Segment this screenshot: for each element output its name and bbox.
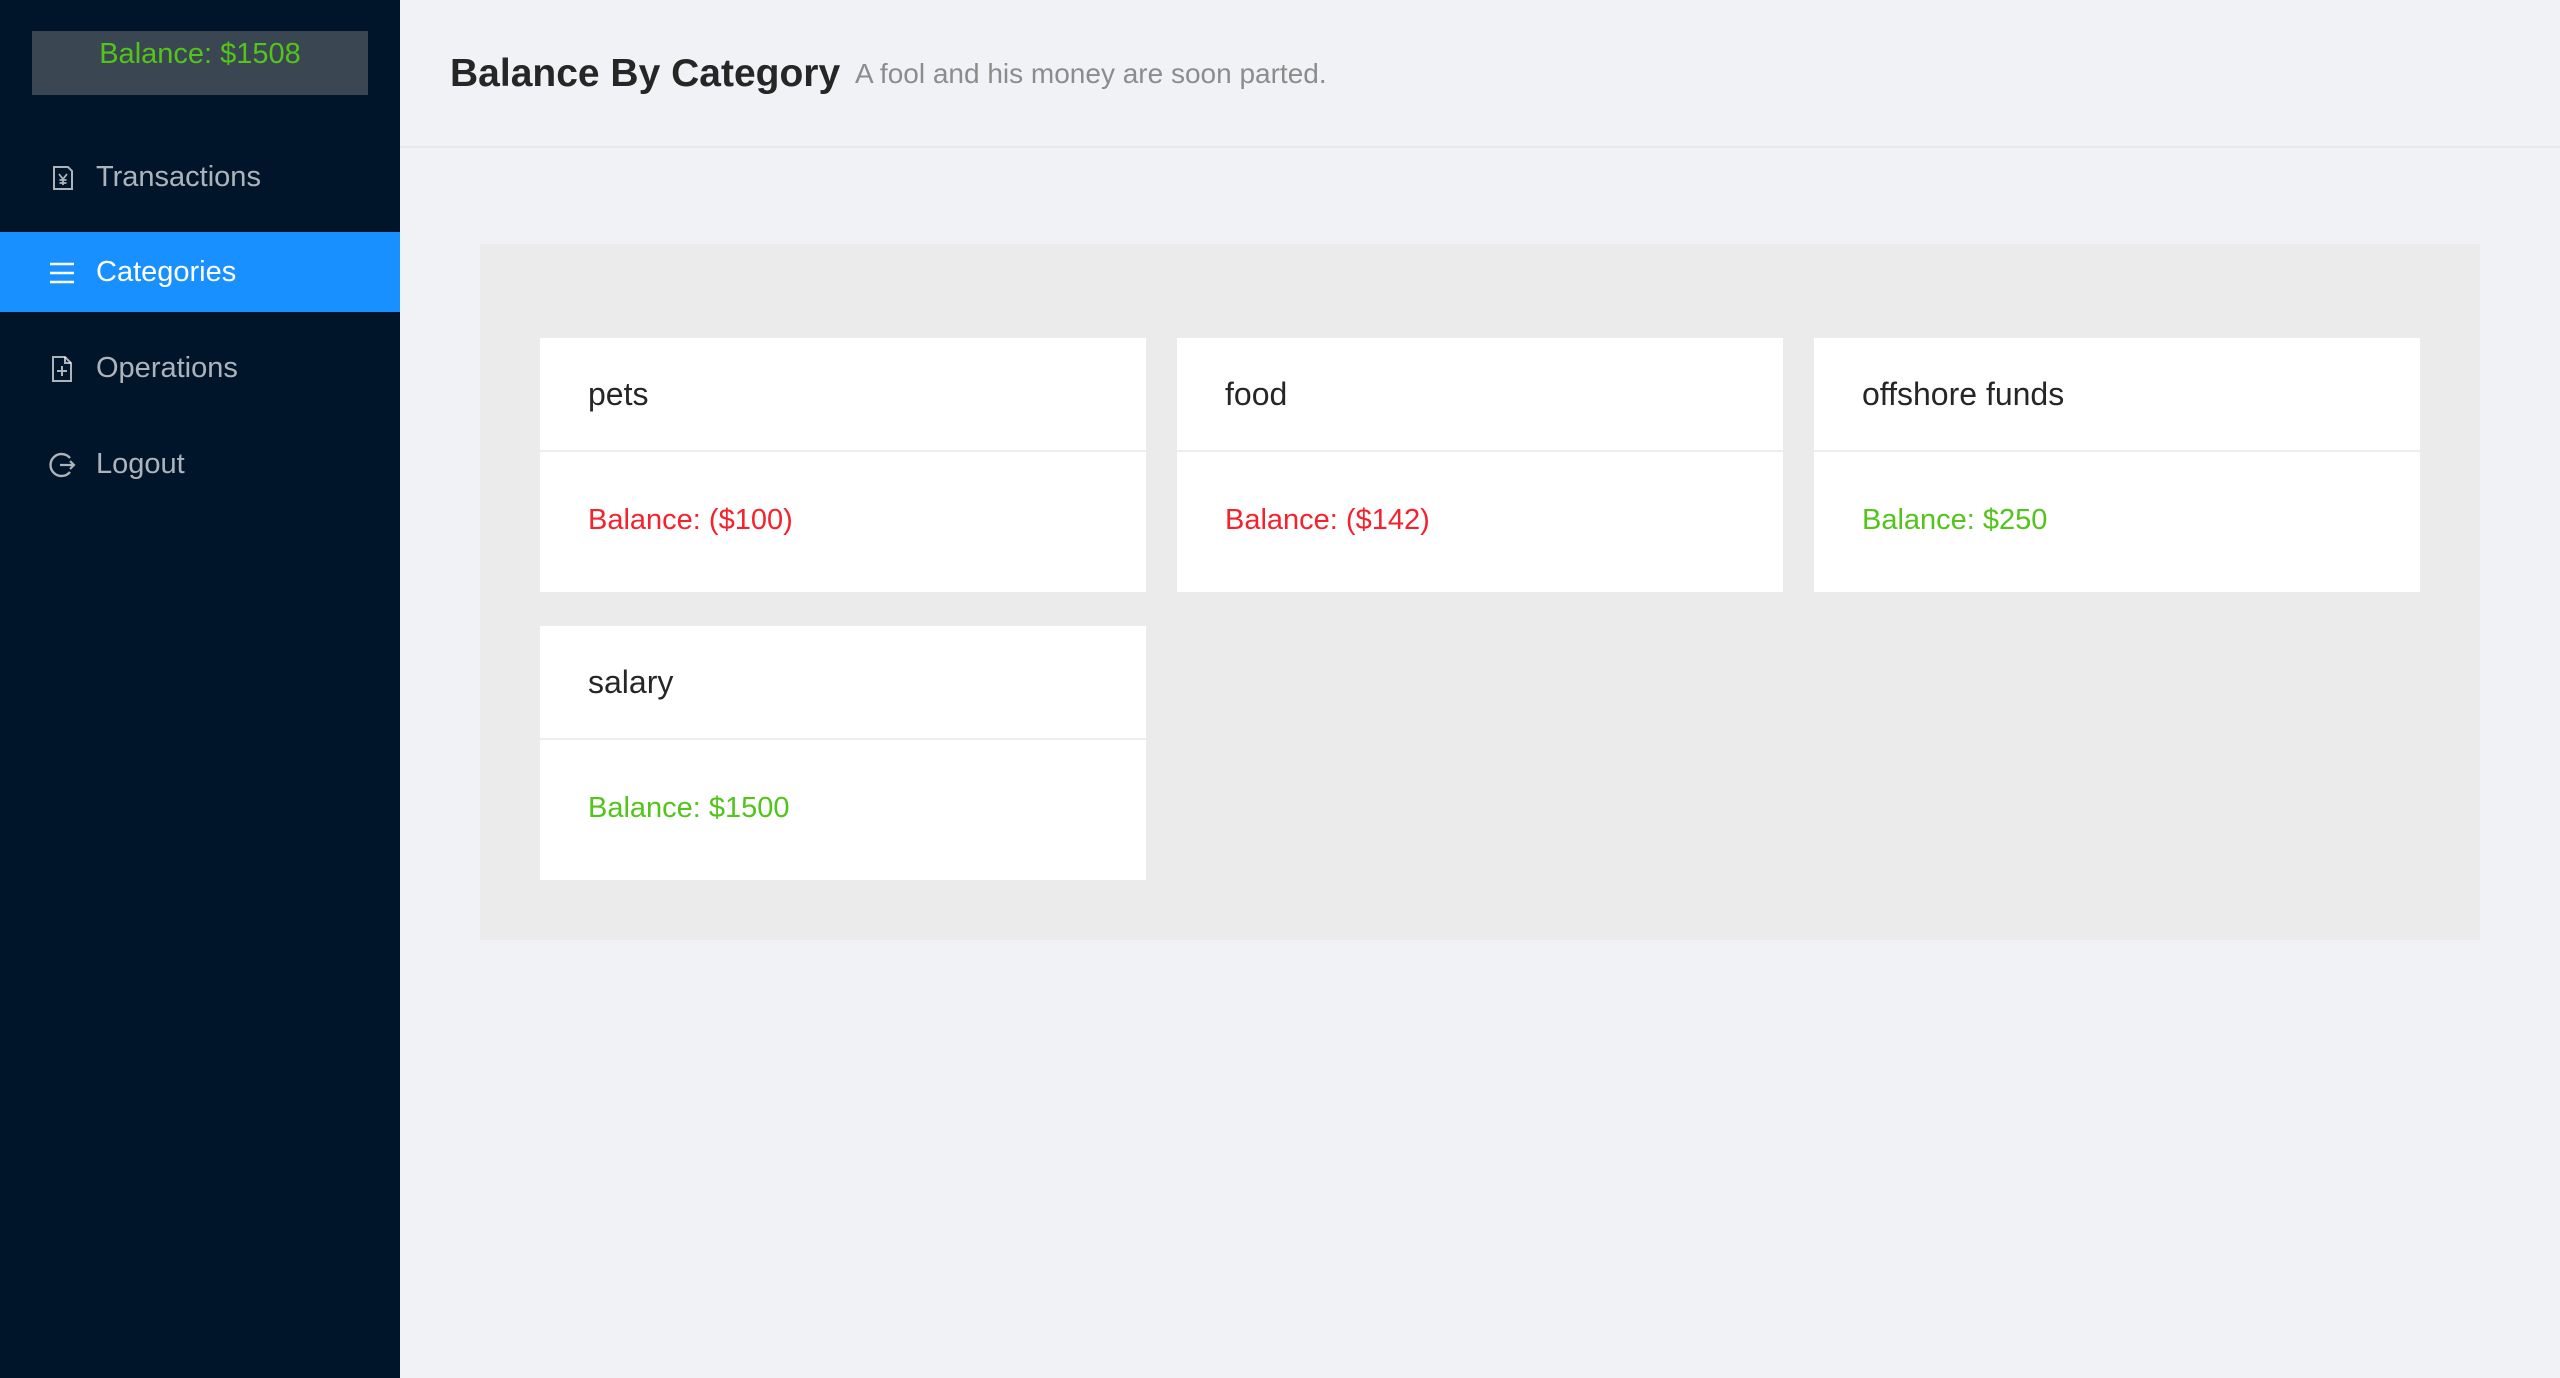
category-card-offshore-funds[interactable]: offshore funds Balance: $250 [1814,338,2420,592]
category-card-food[interactable]: food Balance: ($142) [1177,338,1783,592]
sidebar-item-label: Categories [96,256,237,288]
card-body: Balance: ($142) [1177,452,1783,592]
categories-panel: pets Balance: ($100) food Balance: ($142… [480,244,2480,940]
sidebar-item-logout[interactable]: Logout [0,424,400,504]
sidebar-item-transactions[interactable]: Transactions [0,137,400,217]
card-header: pets [540,338,1146,452]
sidebar-item-operations[interactable]: Operations [0,328,400,408]
sidebar-item-label: Transactions [96,161,261,193]
page-header: Balance By Category A fool and his money… [400,0,2560,148]
total-balance-badge: Balance: $1508 [32,31,368,95]
card-body: Balance: ($100) [540,452,1146,592]
category-name: food [1225,376,1288,412]
category-balance: Balance: $1500 [588,792,790,824]
category-name: pets [588,376,649,412]
card-header: salary [540,626,1146,740]
file-add-icon [48,355,76,383]
page-title: Balance By Category [450,52,841,95]
page-subtitle: A fool and his money are soon parted. [855,58,1327,89]
sidebar-item-categories[interactable]: Categories [0,232,400,312]
category-card-salary[interactable]: salary Balance: $1500 [540,626,1146,880]
card-body: Balance: $250 [1814,452,2420,592]
sidebar-item-label: Logout [96,448,185,480]
yen-document-icon [48,164,76,192]
menu-icon [48,259,76,287]
card-header: offshore funds [1814,338,2420,452]
sidebar-item-label: Operations [96,352,238,384]
category-name: offshore funds [1862,376,2065,412]
category-balance: Balance: ($100) [588,504,793,536]
logout-icon [48,451,76,479]
category-card-pets[interactable]: pets Balance: ($100) [540,338,1146,592]
sidebar: Balance: $1508 Transactions Categories O… [0,0,400,1378]
card-header: food [1177,338,1783,452]
category-balance: Balance: $250 [1862,504,2048,536]
card-body: Balance: $1500 [540,740,1146,880]
app-root: Balance: $1508 Transactions Categories O… [0,0,2560,1378]
category-balance: Balance: ($142) [1225,504,1430,536]
category-name: salary [588,664,674,700]
